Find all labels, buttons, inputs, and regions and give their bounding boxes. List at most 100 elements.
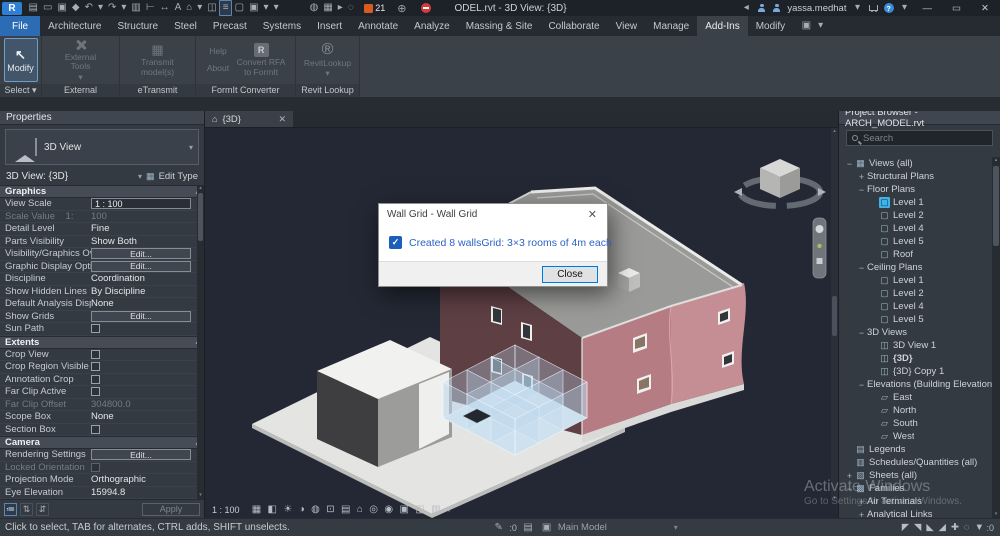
text-icon[interactable]: A	[172, 1, 184, 15]
type-selector[interactable]: 3D View ▾	[5, 129, 199, 165]
restore-button[interactable]: ▭	[945, 3, 968, 14]
visual-style-icon[interactable]: ◧	[264, 503, 280, 517]
tree-item[interactable]: ▢ Level 4	[839, 222, 992, 235]
tree-expander-icon[interactable]: +	[856, 510, 867, 519]
pointer-run-icon[interactable]: ▸	[335, 1, 345, 15]
shadows-icon[interactable]: ◑	[296, 503, 308, 517]
zoom-icon[interactable]	[817, 243, 822, 249]
ribbon-tab-structure[interactable]: Structure	[109, 16, 166, 36]
detail-level-icon[interactable]: ▦	[249, 503, 265, 517]
ribbon-tab-file[interactable]: File	[0, 16, 41, 36]
tree-expander-icon[interactable]: −	[844, 159, 855, 169]
tree-item[interactable]: ▢ Level 1	[839, 196, 992, 209]
tree-item[interactable]: ▤ Legends	[839, 443, 992, 456]
chevron-down-icon[interactable]: ▾	[816, 19, 826, 33]
customize-qat-icon[interactable]: ▾	[271, 1, 281, 15]
accessibility-icon[interactable]: ⊕	[397, 2, 406, 15]
panel-etransmit-label[interactable]: eTransmit	[120, 84, 195, 97]
rendering-dialog-icon[interactable]: ◍	[308, 503, 323, 517]
scroll-down-icon[interactable]: ▾	[831, 495, 838, 502]
tree-item[interactable]: ▢ Level 5	[839, 235, 992, 248]
undo-icon[interactable]: ↶	[82, 1, 95, 15]
browser-scrollbar[interactable]: ▴ ▾	[992, 157, 1000, 518]
tree-item[interactable]: − ▩ Families	[839, 482, 992, 495]
reveal-hidden-elements-icon[interactable]: ◉	[381, 503, 396, 517]
property-value[interactable]: None	[91, 298, 114, 309]
tree-item[interactable]: ▢ Level 1	[839, 274, 992, 287]
displaced-elements-icon[interactable]: ◫	[412, 503, 428, 517]
properties-header[interactable]: Properties	[0, 111, 204, 125]
minimize-button[interactable]: —	[916, 3, 940, 14]
ribbon-tab-analyze[interactable]: Analyze	[406, 16, 458, 36]
property-value[interactable]: 304800.0	[91, 399, 131, 410]
tree-item[interactable]: − Elevations (Building Elevation)	[839, 378, 992, 391]
ribbon-tab-modify[interactable]: Modify	[748, 16, 793, 36]
external-tools-button[interactable]: External Tools ▾	[59, 38, 103, 83]
tree-item[interactable]: ▱ North	[839, 404, 992, 417]
sort-default-icon[interactable]: ≔	[4, 502, 17, 516]
tree-expander-icon[interactable]: +	[856, 497, 867, 507]
formit-about-button[interactable]: About	[207, 63, 229, 74]
navigation-bar[interactable]	[812, 217, 827, 279]
app-menu-icon[interactable]: ▤	[26, 1, 40, 15]
panel-external-label[interactable]: External	[42, 84, 119, 97]
aligned-dimension-icon[interactable]: ↔	[157, 1, 172, 15]
tree-item[interactable]: ▢ Level 5	[839, 313, 992, 326]
tree-item[interactable]: ▢ Level 4	[839, 300, 992, 313]
checkbox[interactable]	[91, 362, 100, 372]
editing-requests-icon[interactable]: ✎	[492, 521, 505, 535]
section-icon[interactable]: ◫	[205, 1, 219, 15]
redo-icon[interactable]: ↷	[105, 1, 118, 15]
undo-dropdown-icon[interactable]: ▾	[95, 1, 105, 15]
ribbon-tab-massing-site[interactable]: Massing & Site	[458, 16, 541, 36]
scrollbar-thumb[interactable]	[832, 296, 837, 336]
dialog-close-button[interactable]: Close	[542, 265, 598, 283]
property-value[interactable]: None	[91, 411, 114, 422]
user-avatar-icon[interactable]	[772, 3, 781, 13]
print-icon[interactable]: ▥	[129, 1, 143, 15]
scrollbar-thumb[interactable]	[198, 193, 203, 241]
tree-expander-icon[interactable]: +	[844, 471, 855, 481]
store-cart-icon[interactable]	[868, 5, 878, 12]
edit-button[interactable]: Edit...	[91, 260, 191, 272]
panel-formit-label[interactable]: FormIt Converter	[196, 84, 295, 97]
scrollbar-thumb[interactable]	[993, 166, 999, 246]
ribbon-tab-collaborate[interactable]: Collaborate	[540, 16, 607, 36]
tree-expander-icon[interactable]: −	[856, 263, 867, 273]
property-input[interactable]: 1 : 100	[91, 198, 191, 210]
tree-item[interactable]: − ▦ Views (all)	[839, 157, 992, 170]
revit-logo-icon[interactable]: R	[2, 1, 22, 15]
tree-expander-icon[interactable]: +	[856, 172, 867, 182]
view-tab-3d[interactable]: ⌂ {3D} ✕	[205, 111, 293, 127]
property-value[interactable]: Orthographic	[91, 474, 146, 485]
tree-item[interactable]: ◫ 3D View 1	[839, 339, 992, 352]
collapse-arrow-icon[interactable]: ◂	[741, 1, 751, 15]
tree-item[interactable]: ▱ East	[839, 391, 992, 404]
browser-search-box[interactable]: Search	[846, 130, 993, 146]
tree-item[interactable]: ▢ Roof	[839, 248, 992, 261]
design-options-select[interactable]: Main Model ▾	[558, 522, 688, 533]
select-pinned-icon[interactable]: ◣	[924, 521, 936, 535]
tree-item[interactable]: ▥ Schedules/Quantities (all)	[839, 456, 992, 469]
worksets-icon[interactable]: ▤	[521, 521, 535, 535]
save-icon[interactable]: ▣	[55, 1, 69, 15]
tree-item[interactable]: − Ceiling Plans	[839, 261, 992, 274]
do-not-disturb-icon[interactable]	[420, 3, 431, 13]
help-dropdown-icon[interactable]: ▾	[900, 1, 910, 15]
default-3d-dropdown-icon[interactable]: ▾	[195, 1, 205, 15]
sun-path-icon[interactable]: ☀	[280, 503, 295, 517]
switch-windows-icon[interactable]: ▣	[247, 1, 261, 15]
type-selector-dropdown-icon[interactable]: ▾	[189, 143, 198, 152]
ribbon-tab-insert[interactable]: Insert	[309, 16, 350, 36]
select-underlay-icon[interactable]: ◥	[912, 521, 924, 535]
crop-region-icon[interactable]: ▤	[338, 503, 354, 517]
tree-item[interactable]: + Analytical Links	[839, 508, 992, 518]
notification-badge-icon[interactable]	[364, 3, 374, 13]
signed-in-user[interactable]: yassa.medhat	[787, 3, 846, 14]
panel-revitlookup-label[interactable]: Revit Lookup	[296, 84, 359, 97]
ribbon-tab-add-ins[interactable]: Add-Ins	[697, 16, 748, 36]
sort-descending-icon[interactable]: ⇵	[36, 502, 49, 516]
camera-icon[interactable]: ▦	[321, 1, 335, 15]
ribbon-tab-architecture[interactable]: Architecture	[40, 16, 109, 36]
scroll-up-icon[interactable]: ▴	[197, 185, 204, 192]
